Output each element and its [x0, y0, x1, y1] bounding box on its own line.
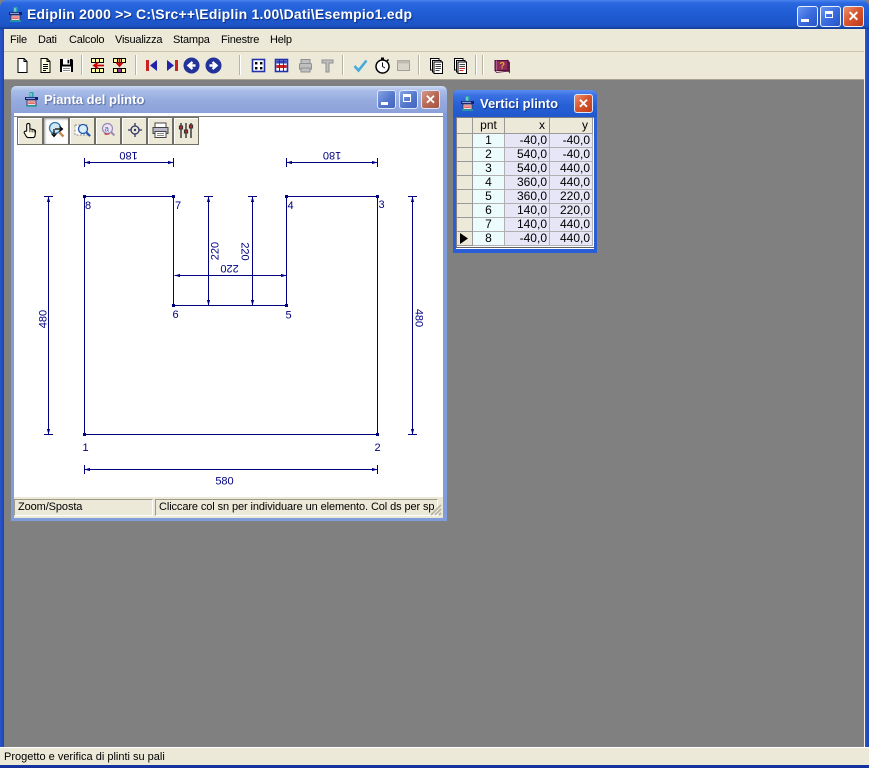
svg-text:220: 220 — [239, 242, 251, 260]
svg-text:480: 480 — [38, 310, 50, 328]
svg-text:4: 4 — [288, 200, 294, 212]
svg-text:180: 180 — [323, 149, 341, 161]
svg-text:480: 480 — [413, 309, 425, 327]
svg-text:7: 7 — [175, 200, 181, 212]
svg-text:a: a — [105, 125, 110, 134]
svg-text:3: 3 — [379, 199, 385, 211]
svg-text:1: 1 — [83, 442, 89, 454]
svg-text:6: 6 — [173, 309, 179, 321]
svg-text:220: 220 — [220, 262, 238, 274]
svg-text:180: 180 — [119, 149, 137, 161]
svg-text:580: 580 — [215, 476, 233, 488]
svg-text:?: ? — [500, 61, 506, 71]
svg-text:5: 5 — [286, 310, 292, 322]
svg-text:8: 8 — [85, 200, 91, 212]
svg-text:2: 2 — [375, 442, 381, 454]
svg-text:220: 220 — [210, 242, 222, 260]
